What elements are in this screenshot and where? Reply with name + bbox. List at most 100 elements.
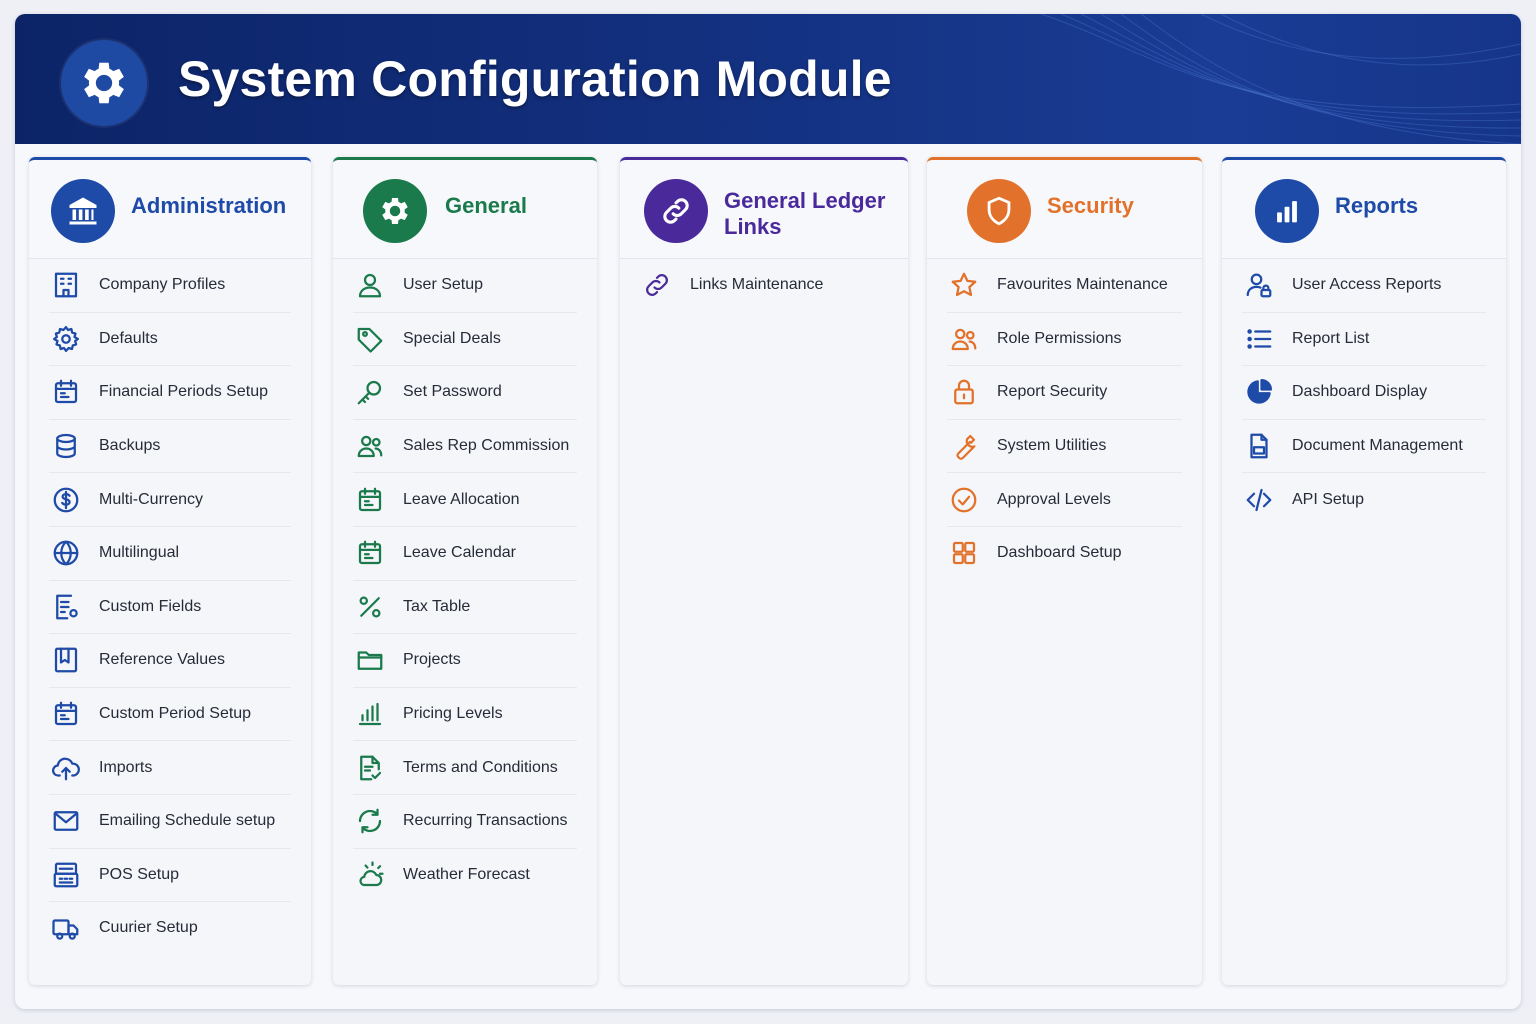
menu-item-label: Cuurier Setup xyxy=(99,919,198,937)
register-icon xyxy=(49,858,83,892)
truck-icon xyxy=(49,911,83,945)
menu-item-label: API Setup xyxy=(1292,490,1365,508)
check-circle-icon xyxy=(947,483,981,517)
menu-item-system-utilities[interactable]: System Utilities xyxy=(947,420,1182,474)
cloud-upload-icon xyxy=(49,751,83,785)
menu-item-weather-forecast[interactable]: Weather Forecast xyxy=(353,849,577,902)
menu-item-recurring-transactions[interactable]: Recurring Transactions xyxy=(353,795,577,849)
menu-item-leave-allocation[interactable]: Leave Allocation xyxy=(353,473,577,527)
menu-item-multilingual[interactable]: Multilingual xyxy=(49,527,291,581)
menu-item-backups[interactable]: Backups xyxy=(49,420,291,474)
menu-item-label: Weather Forecast xyxy=(403,865,530,883)
column-general-ledger: General Ledger Links Links Maintenance xyxy=(620,157,908,985)
menu-item-label: Custom Period Setup xyxy=(99,705,252,723)
column-reports: Reports User Access Reports Report List Da… xyxy=(1222,157,1506,985)
menu-item-multi-currency[interactable]: Multi-Currency xyxy=(49,473,291,527)
menu-item-label: Multilingual xyxy=(99,544,180,562)
menu-item-company-profiles[interactable]: Company Profiles xyxy=(49,259,291,313)
item-list: User Access Reports Report List Dashboard … xyxy=(1222,259,1506,526)
page-title: System Configuration Module xyxy=(178,51,892,107)
menu-item-projects[interactable]: Projects xyxy=(353,634,577,688)
menu-item-emailing-schedule-setup[interactable]: Emailing Schedule setup xyxy=(49,795,291,849)
code-icon xyxy=(1242,483,1276,517)
link-icon xyxy=(644,179,708,243)
menu-item-label: User Setup xyxy=(403,276,484,294)
user-icon xyxy=(353,268,387,302)
menu-item-label: Role Permissions xyxy=(997,329,1122,347)
pie-chart-icon xyxy=(1242,375,1276,409)
menu-item-dashboard-setup[interactable]: Dashboard Setup xyxy=(947,527,1182,580)
menu-item-label: Links Maintenance xyxy=(690,276,824,294)
wrench-icon xyxy=(947,429,981,463)
weather-icon xyxy=(353,858,387,892)
users-icon xyxy=(353,429,387,463)
menu-item-report-security[interactable]: Report Security xyxy=(947,366,1182,420)
menu-item-imports[interactable]: Imports xyxy=(49,741,291,795)
menu-item-custom-fields[interactable]: Custom Fields xyxy=(49,581,291,635)
bar-chart-icon xyxy=(1255,179,1319,243)
menu-item-label: Sales Rep Commission xyxy=(403,437,570,455)
menu-item-special-deals[interactable]: Special Deals xyxy=(353,313,577,367)
menu-item-label: Report Security xyxy=(997,383,1108,401)
menu-item-document-management[interactable]: Document Management xyxy=(1242,420,1486,474)
lock-icon xyxy=(947,375,981,409)
menu-item-label: Set Password xyxy=(403,383,502,401)
menu-item-label: Report List xyxy=(1292,329,1370,347)
menu-item-role-permissions[interactable]: Role Permissions xyxy=(947,313,1182,367)
menu-item-label: Recurring Transactions xyxy=(403,812,568,830)
column-title: Administration xyxy=(131,193,287,218)
gear-icon xyxy=(363,179,427,243)
menu-item-label: System Utilities xyxy=(997,437,1107,455)
bank-icon xyxy=(51,179,115,243)
menu-item-tax-table[interactable]: Tax Table xyxy=(353,581,577,635)
menu-item-set-password[interactable]: Set Password xyxy=(353,366,577,420)
refresh-icon xyxy=(353,804,387,838)
menu-item-favourites-maintenance[interactable]: Favourites Maintenance xyxy=(947,259,1182,313)
menu-item-approval-levels[interactable]: Approval Levels xyxy=(947,473,1182,527)
gear-icon xyxy=(84,62,124,104)
column-title-line-1: General Ledger xyxy=(724,188,886,213)
star-icon xyxy=(947,268,981,302)
menu-item-label: Terms and Conditions xyxy=(403,758,558,776)
mail-icon xyxy=(49,804,83,838)
column-header: General Ledger Links xyxy=(620,160,908,259)
menu-item-defaults[interactable]: Defaults xyxy=(49,313,291,367)
list-icon xyxy=(1242,322,1276,356)
calendar-icon xyxy=(49,697,83,731)
menu-item-pricing-levels[interactable]: Pricing Levels xyxy=(353,688,577,742)
menu-item-label: Dashboard Display xyxy=(1292,383,1428,401)
menu-item-label: Dashboard Setup xyxy=(997,544,1122,562)
menu-item-label: Tax Table xyxy=(403,597,471,615)
item-list: User Setup Special Deals Set Password Sales… xyxy=(333,259,597,901)
percent-icon xyxy=(353,590,387,624)
menu-item-api-setup[interactable]: API Setup xyxy=(1242,473,1486,526)
bookmark-icon xyxy=(49,643,83,677)
globe-icon xyxy=(49,536,83,570)
menu-item-pos-setup[interactable]: POS Setup xyxy=(49,849,291,903)
menu-item-user-access-reports[interactable]: User Access Reports xyxy=(1242,259,1486,313)
menu-item-label: Multi-Currency xyxy=(99,490,204,508)
menu-item-terms-and-conditions[interactable]: Terms and Conditions xyxy=(353,741,577,795)
file-icon xyxy=(1242,429,1276,463)
menu-item-label: Pricing Levels xyxy=(403,705,503,723)
menu-item-dashboard-display[interactable]: Dashboard Display xyxy=(1242,366,1486,420)
menu-item-reference-values[interactable]: Reference Values xyxy=(49,634,291,688)
menu-item-links-maintenance[interactable]: Links Maintenance xyxy=(640,259,888,312)
menu-item-financial-periods-setup[interactable]: Financial Periods Setup xyxy=(49,366,291,420)
menu-item-label: User Access Reports xyxy=(1292,276,1442,294)
menu-item-sales-rep-commission[interactable]: Sales Rep Commission xyxy=(353,420,577,474)
key-icon xyxy=(353,375,387,409)
menu-item-user-setup[interactable]: User Setup xyxy=(353,259,577,313)
column-title: Security xyxy=(1047,193,1134,218)
column-header: General xyxy=(333,160,597,259)
page-header: System Configuration Module xyxy=(15,14,1521,144)
menu-item-custom-period-setup[interactable]: Custom Period Setup xyxy=(49,688,291,742)
menu-item-leave-calendar[interactable]: Leave Calendar xyxy=(353,527,577,581)
column-title-line-2: Links xyxy=(724,214,782,239)
menu-item-cuurier-setup[interactable]: Cuurier Setup xyxy=(49,902,291,955)
menu-item-report-list[interactable]: Report List xyxy=(1242,313,1486,367)
bar-chart-icon xyxy=(353,697,387,731)
database-icon xyxy=(49,429,83,463)
menu-item-label: Custom Fields xyxy=(99,597,202,615)
column-security: Security Favourites Maintenance Role Perm… xyxy=(927,157,1202,985)
